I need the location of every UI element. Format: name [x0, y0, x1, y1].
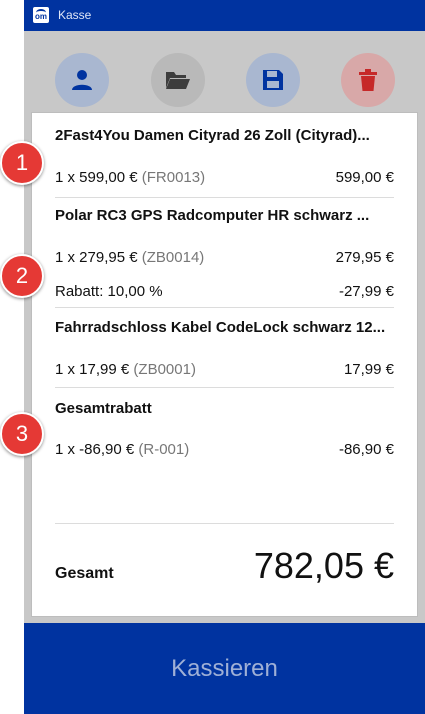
item-qty-price: 1 x 17,99 €: [55, 361, 130, 378]
title-bar: om Kasse: [24, 0, 425, 31]
open-button[interactable]: [151, 53, 205, 107]
item-name[interactable]: Polar RC3 GPS Radcomputer HR schwarz ...: [55, 207, 394, 224]
item-line[interactable]: 1 x 279,95 € (ZB0014) 279,95 €: [55, 249, 394, 266]
divider: [55, 197, 394, 198]
user-icon: [72, 70, 92, 90]
item-code: (ZB0001): [133, 361, 196, 378]
item-qty-price: 1 x 599,00 €: [55, 169, 138, 186]
toolbar: [24, 31, 425, 115]
item-name[interactable]: Fahrradschloss Kabel CodeLock schwarz 12…: [55, 319, 394, 336]
item-amount: -86,90 €: [338, 441, 394, 458]
divider: [55, 523, 394, 524]
item-qty-price: 1 x -86,90 €: [55, 441, 135, 458]
callout-badge: 3: [0, 412, 44, 456]
folder-open-icon: [166, 72, 190, 89]
app-logo: om: [33, 7, 49, 23]
discount-line[interactable]: Rabatt: 10,00 % -27,99 €: [55, 283, 394, 300]
item-line[interactable]: 1 x 599,00 € (FR0013) 599,00 €: [55, 169, 394, 186]
item-code: (R-001): [138, 441, 190, 458]
item-line[interactable]: 1 x -86,90 € (R-001) -86,90 €: [55, 441, 394, 458]
customer-button[interactable]: [55, 53, 109, 107]
pos-window: om Kasse 2Fast4You Damen Cityrad 26 Zoll…: [24, 0, 425, 714]
divider: [55, 307, 394, 308]
item-code: (ZB0014): [141, 249, 205, 266]
main-area: 2Fast4You Damen Cityrad 26 Zoll (Cityrad…: [24, 31, 425, 623]
item-qty-price: 1 x 279,95 €: [55, 249, 138, 266]
window-title: Kasse: [58, 8, 92, 22]
item-name[interactable]: Gesamtrabatt: [55, 400, 394, 417]
total-label: Gesamt: [55, 565, 114, 582]
item-amount: 279,95 €: [335, 249, 394, 266]
save-button[interactable]: [246, 53, 300, 107]
item-code: (FR0013): [141, 169, 206, 186]
callout-badge: 2: [0, 254, 44, 298]
item-amount: 599,00 €: [335, 169, 394, 186]
delete-button[interactable]: [341, 53, 395, 107]
callout-badge: 1: [0, 141, 44, 185]
cart-panel: 2Fast4You Damen Cityrad 26 Zoll (Cityrad…: [32, 113, 417, 616]
item-line[interactable]: 1 x 17,99 € (ZB0001) 17,99 €: [55, 361, 394, 378]
total-value: 782,05 €: [253, 545, 394, 586]
divider: [55, 387, 394, 388]
checkout-button[interactable]: Kassieren: [24, 623, 425, 714]
trash-icon: [359, 69, 377, 91]
discount-label: Rabatt: 10,00 %: [55, 283, 163, 300]
floppy-disk-icon: [263, 70, 283, 90]
item-amount: 17,99 €: [343, 361, 394, 378]
item-name[interactable]: 2Fast4You Damen Cityrad 26 Zoll (Cityrad…: [55, 127, 394, 144]
discount-amount: -27,99 €: [338, 283, 394, 300]
